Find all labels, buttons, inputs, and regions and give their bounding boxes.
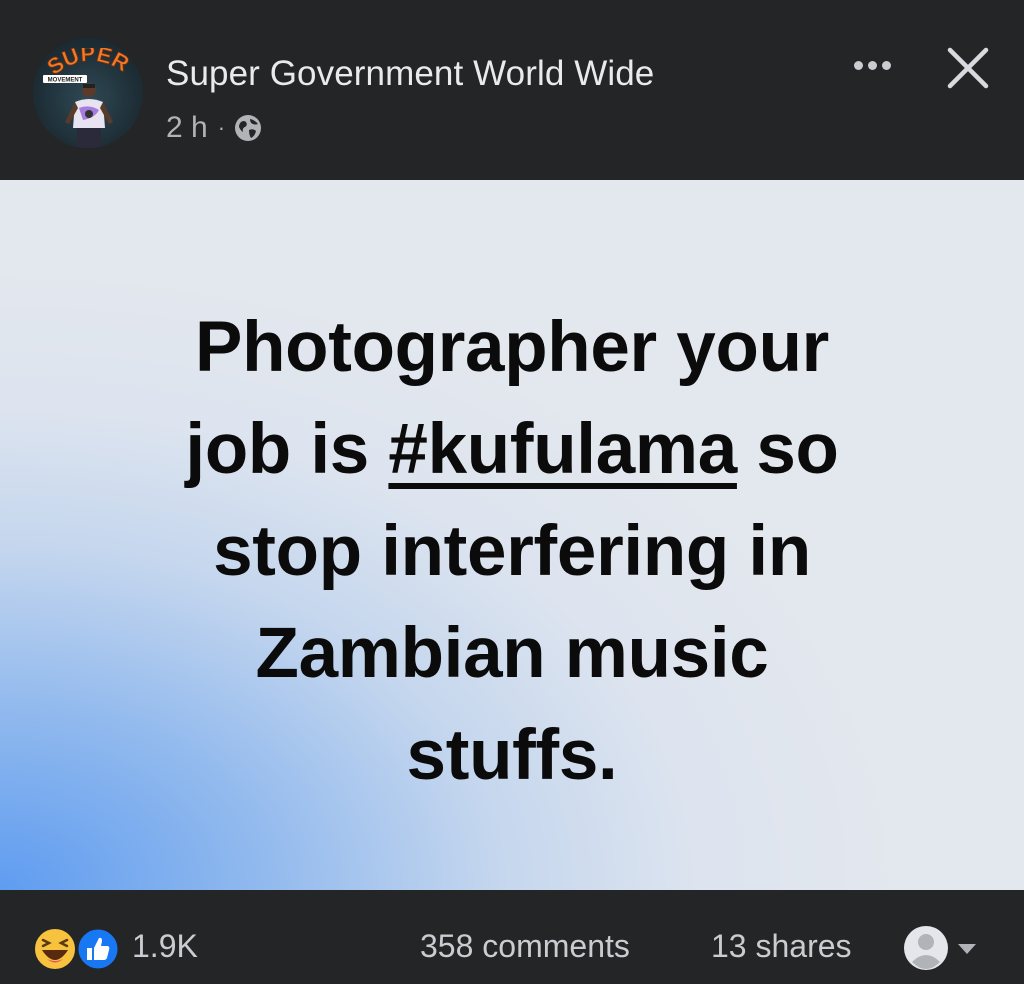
comments-count-link[interactable]: 358 comments bbox=[420, 928, 630, 965]
post-meta: 2 h · bbox=[166, 108, 263, 148]
more-options-button[interactable] bbox=[844, 50, 900, 80]
post-text: Photographer your job is #kufulama so st… bbox=[62, 297, 962, 807]
shares-count-link[interactable]: 13 shares bbox=[711, 928, 852, 965]
post-line-2-after: so bbox=[736, 410, 839, 489]
more-dot bbox=[867, 60, 877, 70]
reaction-count[interactable]: 1.9K bbox=[132, 928, 198, 965]
profile-avatar-icon[interactable] bbox=[902, 924, 992, 972]
page-avatar[interactable]: SUPER MOVEMENT bbox=[33, 38, 143, 148]
more-dot bbox=[881, 60, 891, 70]
post-time[interactable]: 2 h bbox=[166, 111, 208, 145]
chevron-down-icon bbox=[958, 944, 976, 954]
globe-icon[interactable] bbox=[233, 113, 263, 143]
close-icon[interactable] bbox=[942, 42, 994, 94]
post-line-4: Zambian music bbox=[255, 614, 769, 693]
meta-separator: · bbox=[217, 115, 226, 140]
post-line-2: job is #kufulama so bbox=[62, 399, 962, 501]
post-background: Photographer your job is #kufulama so st… bbox=[0, 180, 1024, 890]
haha-reaction-icon bbox=[33, 927, 77, 971]
hashtag-link[interactable]: #kufulama bbox=[388, 410, 737, 489]
svg-text:SUPER: SUPER bbox=[43, 48, 134, 80]
page-name-link[interactable]: Super Government World Wide bbox=[166, 54, 654, 94]
post-line-3: stop interfering in bbox=[213, 512, 811, 591]
like-reaction-icon bbox=[75, 926, 121, 972]
post-line-5: stuffs. bbox=[406, 716, 618, 795]
post-line-1: Photographer your bbox=[195, 308, 829, 387]
avatar-person-figure bbox=[65, 83, 113, 148]
more-dot bbox=[853, 60, 863, 70]
reactions-icons[interactable] bbox=[32, 926, 124, 972]
post-line-2-before: job is bbox=[185, 410, 389, 489]
